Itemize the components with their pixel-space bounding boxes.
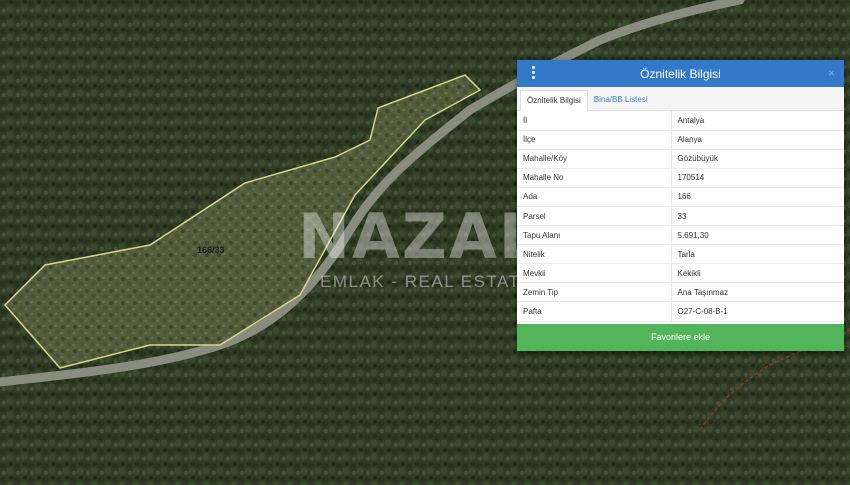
table-row: Zemin Tip Ana Taşınmaz	[517, 282, 844, 303]
row-value: Gözübüyük	[671, 149, 844, 169]
row-key: Zemin Tip	[517, 282, 672, 303]
tab-attribute-info[interactable]: Öznitelik Bilgisi	[520, 90, 588, 111]
tab-bar: Öznitelik Bilgisi Bina/BB Listesi	[517, 87, 844, 111]
row-value: O27-C-08-B-1	[671, 301, 844, 322]
table-row: İl Antalya	[517, 111, 844, 131]
row-key: Ada	[517, 187, 672, 207]
table-row: İlçe Alanya	[517, 130, 844, 150]
close-icon[interactable]: ×	[828, 66, 835, 80]
table-row: Pafta O27-C-08-B-1	[517, 301, 844, 322]
attribute-panel: Öznitelik Bilgisi × Öznitelik Bilgisi Bi…	[517, 60, 844, 351]
row-value: 33	[671, 206, 844, 227]
attribute-table: İl Antalya İlçe Alanya Mahalle/Köy Gözübüyü…	[517, 111, 844, 322]
row-value: 5.691,30	[671, 225, 844, 246]
table-row: Nitelik Tarla	[517, 244, 844, 265]
table-row: Mahalle No 170514	[517, 168, 844, 188]
table-row: Mahalle/Köy Gözübüyük	[517, 149, 844, 169]
row-key: İlçe	[517, 130, 672, 150]
row-value: 170514	[671, 168, 844, 188]
row-key: Tapu Alanı	[517, 225, 672, 246]
row-value: 166	[671, 187, 844, 207]
row-key: Mahalle No	[517, 168, 672, 188]
row-key: Mahalle/Köy	[517, 149, 672, 169]
row-key: Nitelik	[517, 244, 672, 265]
row-value: Tarla	[671, 244, 844, 265]
row-value: Ana Taşınmaz	[671, 282, 844, 303]
row-value: Kekikli	[671, 263, 844, 284]
table-row: Ada 166	[517, 187, 844, 207]
add-favorite-button[interactable]: Favorilere ekle	[517, 324, 844, 351]
row-value: Antalya	[671, 111, 844, 131]
table-row: Parsel 33	[517, 206, 844, 227]
table-row: Mevkii Kekikli	[517, 263, 844, 284]
tab-building-list[interactable]: Bina/BB Listesi	[588, 90, 654, 111]
row-key: Pafta	[517, 301, 672, 322]
panel-title: Öznitelik Bilgisi	[640, 67, 721, 81]
row-key: Parsel	[517, 206, 672, 227]
row-key: Mevkii	[517, 263, 672, 284]
row-value: Alanya	[671, 130, 844, 150]
parcel-label: 166/33	[197, 245, 225, 255]
table-row: Tapu Alanı 5.691,30	[517, 225, 844, 246]
row-key: İl	[517, 111, 672, 131]
panel-header: Öznitelik Bilgisi ×	[517, 60, 844, 87]
